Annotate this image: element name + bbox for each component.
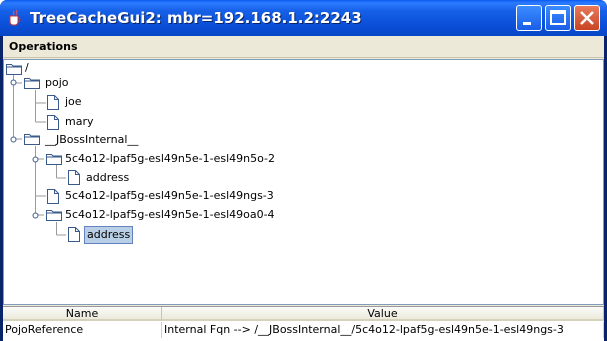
close-button[interactable] [574, 5, 600, 31]
expanded-handle-icon[interactable] [9, 135, 18, 144]
close-icon [580, 11, 594, 25]
file-icon [47, 115, 59, 130]
menu-bar: Operations [3, 36, 604, 58]
window-title: TreeCacheGui2: mbr=192.168.1.2:2243 [30, 9, 362, 27]
minimize-button[interactable] [516, 5, 542, 31]
folder-icon [24, 78, 40, 89]
file-icon [68, 170, 80, 185]
app-window: TreeCacheGui2: mbr=192.168.1.2:2243 Oper… [0, 0, 607, 341]
client-area: Operations / pojo joe mary __JBossIntern… [3, 36, 604, 341]
title-bar[interactable]: TreeCacheGui2: mbr=192.168.1.2:2243 [0, 0, 607, 36]
maximize-icon [550, 10, 566, 25]
expanded-handle-icon[interactable] [31, 155, 40, 164]
table-cell-name[interactable]: PojoReference [3, 322, 162, 338]
minimize-icon [523, 22, 531, 25]
java-cup-icon [9, 9, 21, 26]
file-icon [68, 227, 80, 242]
cache-tree[interactable]: / pojo joe mary __JBossInternal__ 5c4o12… [3, 59, 604, 305]
folder-icon [46, 154, 62, 165]
maximize-button[interactable] [545, 5, 571, 31]
folder-icon [24, 134, 40, 145]
file-icon [47, 189, 59, 204]
menu-operations[interactable]: Operations [9, 40, 78, 53]
column-header-value[interactable]: Value [162, 307, 604, 321]
table-cell-value[interactable]: Internal Fqn --> /__JBossInternal__/5c4o… [162, 322, 604, 338]
folder-icon [46, 210, 62, 221]
expanded-handle-icon[interactable] [9, 78, 18, 87]
properties-table: Name Value PojoReference Internal Fqn --… [3, 306, 604, 341]
column-header-name[interactable]: Name [3, 307, 162, 321]
file-icon [47, 95, 59, 110]
folder-icon [6, 64, 22, 75]
expanded-handle-icon[interactable] [31, 211, 40, 220]
